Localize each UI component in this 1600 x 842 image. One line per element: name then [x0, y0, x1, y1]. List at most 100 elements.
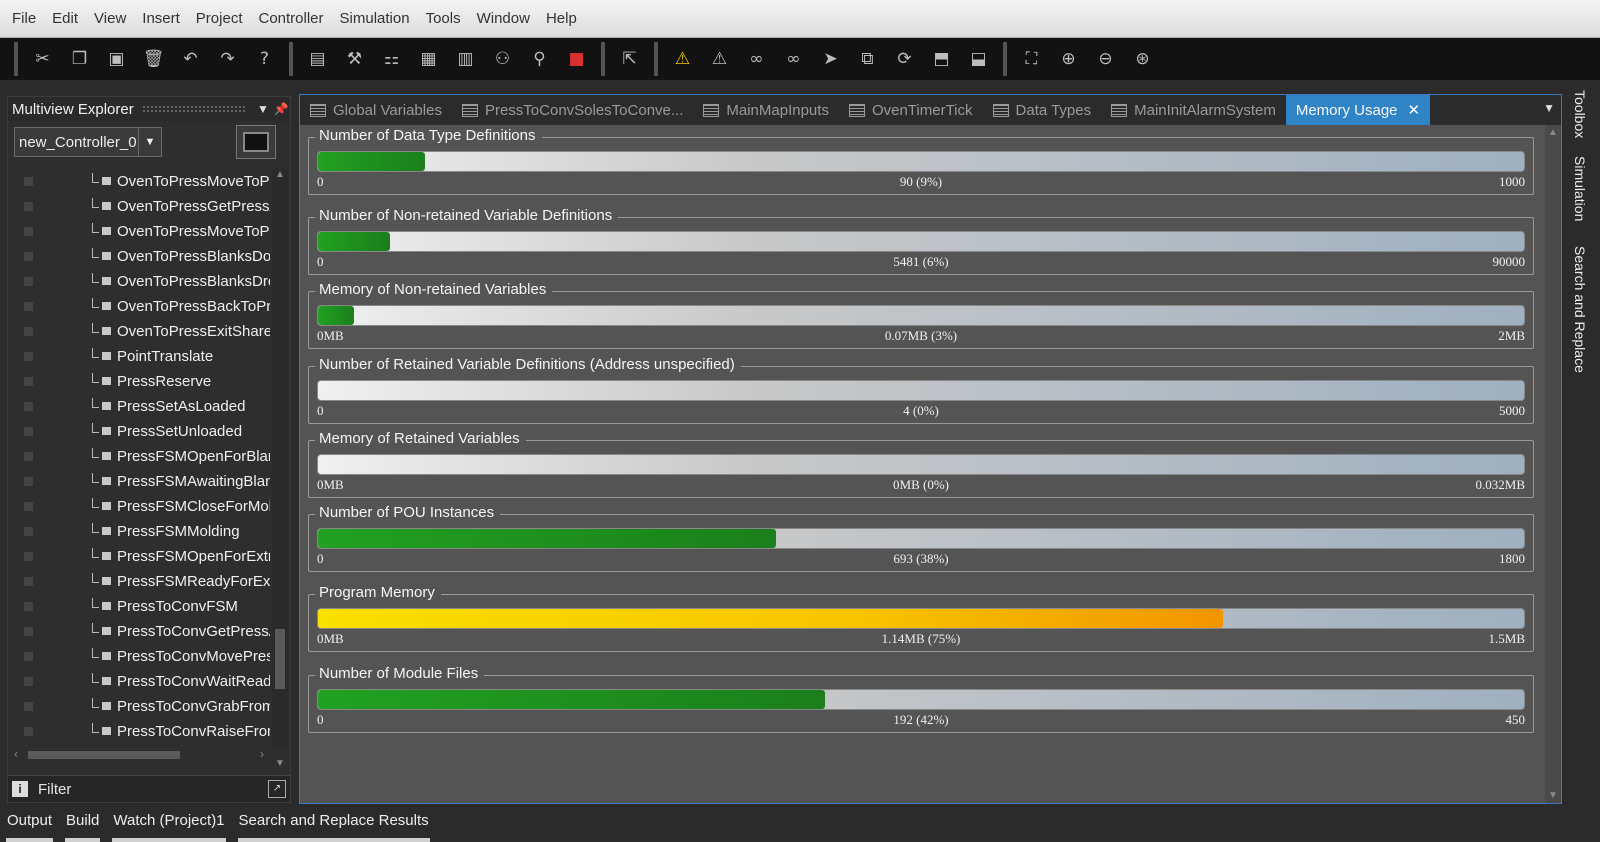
tree-vertical-scrollbar[interactable]: ▲ ▼	[272, 169, 288, 769]
program-node-icon	[102, 552, 111, 560]
settings-table-icon[interactable]: ▦	[410, 42, 447, 76]
tree-horizontal-scrollbar[interactable]: ‹ ›	[12, 747, 264, 763]
stop-icon[interactable]: ■	[558, 42, 595, 76]
tree-item-label: OvenToPressBackToPre	[117, 298, 270, 315]
redo-icon[interactable]: ↷	[209, 42, 246, 76]
network-icon[interactable]: ⚇	[484, 42, 521, 76]
tree-item[interactable]: PressFSMOpenForBlanl	[8, 444, 270, 469]
menu-window[interactable]: Window	[469, 10, 538, 27]
compare-icon[interactable]: ⧉	[849, 42, 886, 76]
tree-item[interactable]: PressToConvGrabFrom	[8, 694, 270, 719]
menu-file[interactable]: File	[4, 10, 44, 27]
menu-tools[interactable]: Tools	[418, 10, 469, 27]
cut-icon[interactable]: ✂	[24, 42, 61, 76]
tree-item[interactable]: OvenToPressMoveToPr	[8, 169, 270, 194]
tab-mainmapinputs[interactable]: MainMapInputs	[693, 95, 839, 125]
scroll-up-icon[interactable]: ▲	[1545, 127, 1561, 138]
bottom-tab-build[interactable]: Build	[59, 812, 106, 842]
transfer-icon[interactable]: ➤	[812, 42, 849, 76]
controller-select[interactable]: new_Controller_0 ▼	[14, 127, 162, 157]
clear-warning-icon[interactable]: ⚠	[701, 42, 738, 76]
warning-icon[interactable]: ⚠	[664, 42, 701, 76]
tab-memory-usage[interactable]: Memory Usage ✕	[1285, 95, 1431, 125]
upload-icon[interactable]: ⬒	[923, 42, 960, 76]
close-icon[interactable]: ✕	[1408, 101, 1421, 119]
tree-item[interactable]: PressToConvWaitReady	[8, 669, 270, 694]
panel-dropdown-icon[interactable]: ▼	[254, 102, 272, 116]
tree-item[interactable]: PressFSMMolding	[8, 519, 270, 544]
tree-item[interactable]: PressReserve	[8, 369, 270, 394]
controller-device-icon[interactable]	[236, 125, 276, 159]
menu-view[interactable]: View	[86, 10, 134, 27]
menu-edit[interactable]: Edit	[44, 10, 86, 27]
tree-item[interactable]: PressSetAsLoaded	[8, 394, 270, 419]
chevron-down-icon[interactable]: ▼	[138, 128, 161, 156]
scroll-down-icon[interactable]: ▼	[1545, 790, 1561, 801]
menu-controller[interactable]: Controller	[250, 10, 331, 27]
tree-item[interactable]: OvenToPressMoveToPr	[8, 219, 270, 244]
drag-handle[interactable]	[141, 105, 246, 113]
bottom-tab-search-and-replace-results[interactable]: Search and Replace Results	[232, 812, 436, 842]
scroll-up-icon[interactable]: ▲	[272, 169, 288, 180]
copy-icon[interactable]: ❐	[61, 42, 98, 76]
program-icon	[703, 103, 720, 117]
rebuild-icon[interactable]: ⚏	[373, 42, 410, 76]
cross-reference-icon[interactable]: ▥	[447, 42, 484, 76]
fit-icon[interactable]: ⛶	[1013, 42, 1050, 76]
tree-item[interactable]: PressToConvMovePres	[8, 644, 270, 669]
tree-item[interactable]: PressFSMAwaitingBlanl	[8, 469, 270, 494]
download-icon[interactable]: ⬓	[960, 42, 997, 76]
tree-item[interactable]: OvenToPressBackToPre	[8, 294, 270, 319]
scrollbar-thumb[interactable]	[28, 751, 180, 759]
tree-item[interactable]: PressFSMCloseForMolc	[8, 494, 270, 519]
tree-item[interactable]: OvenToPressBlanksDov	[8, 244, 270, 269]
offline-icon[interactable]: ∞	[775, 42, 812, 76]
tab-presstoconvsolestoconve[interactable]: PressToConvSolesToConve...	[452, 95, 693, 125]
document-vertical-scrollbar[interactable]: ▲ ▼	[1545, 125, 1561, 803]
tab-overflow-icon[interactable]: ▼	[1543, 101, 1555, 115]
help-icon[interactable]: ?	[246, 42, 283, 76]
hammer-icon[interactable]: ⚒	[336, 42, 373, 76]
zoom-reset-icon[interactable]: ⊛	[1124, 42, 1161, 76]
select-icon[interactable]: ⇱	[611, 42, 648, 76]
filter-bar[interactable]: i Filter ↗	[8, 775, 290, 802]
sync-icon[interactable]: ⟳	[886, 42, 923, 76]
tab-maininitalarmsystem[interactable]: MainInitAlarmSystem	[1101, 95, 1286, 125]
tab-global-variables[interactable]: Global Variables	[300, 95, 452, 125]
bottom-tab-output[interactable]: Output	[0, 812, 59, 842]
tree-item[interactable]: PressToConvGetPressA	[8, 619, 270, 644]
pin-icon[interactable]: 📌	[272, 102, 290, 116]
menu-simulation[interactable]: Simulation	[332, 10, 418, 27]
tree-item[interactable]: PressFSMOpenForExtra	[8, 544, 270, 569]
tree-item[interactable]: OvenToPressBlanksDro	[8, 269, 270, 294]
delete-icon[interactable]: 🗑	[135, 42, 172, 76]
scroll-down-icon[interactable]: ▼	[272, 758, 288, 769]
tab-data-types[interactable]: Data Types	[983, 95, 1102, 125]
zoom-in-icon[interactable]: ⊕	[1050, 42, 1087, 76]
menu-project[interactable]: Project	[188, 10, 251, 27]
zoom-out-icon[interactable]: ⊖	[1087, 42, 1124, 76]
side-tab-simulation[interactable]: Simulation	[1572, 156, 1588, 221]
tree-item[interactable]: PressToConvRaiseFrom	[8, 719, 270, 744]
scrollbar-thumb[interactable]	[275, 629, 285, 689]
build-icon[interactable]: ▤	[299, 42, 336, 76]
tree-item[interactable]: OvenToPressGetPressA	[8, 194, 270, 219]
tab-oventimertick[interactable]: OvenTimerTick	[839, 95, 983, 125]
paste-icon[interactable]: ▣	[98, 42, 135, 76]
online-icon[interactable]: ∞	[738, 42, 775, 76]
scroll-left-icon[interactable]: ‹	[14, 747, 18, 761]
menu-help[interactable]: Help	[538, 10, 585, 27]
scroll-right-icon[interactable]: ›	[260, 747, 264, 761]
tree-item[interactable]: PointTranslate	[8, 344, 270, 369]
tree-item[interactable]: PressFSMReadyForExtr	[8, 569, 270, 594]
tree-item[interactable]: PressToConvFSM	[8, 594, 270, 619]
side-tab-toolbox[interactable]: Toolbox	[1572, 90, 1588, 138]
filter-pin-icon[interactable]: ↗	[268, 780, 286, 798]
bottom-tab-watch-project-1[interactable]: Watch (Project)1	[106, 812, 231, 842]
undo-icon[interactable]: ↶	[172, 42, 209, 76]
find-icon[interactable]: ⚲	[521, 42, 558, 76]
tree-item[interactable]: OvenToPressExitSharec	[8, 319, 270, 344]
tree-item[interactable]: PressSetUnloaded	[8, 419, 270, 444]
menu-insert[interactable]: Insert	[134, 10, 188, 27]
side-tab-search-and-replace[interactable]: Search and Replace	[1572, 246, 1588, 373]
